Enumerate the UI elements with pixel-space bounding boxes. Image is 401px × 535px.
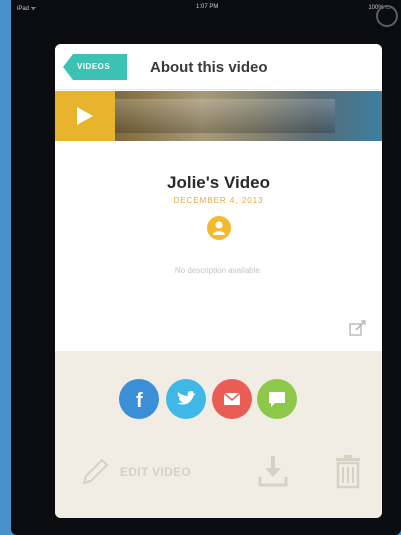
video-date: DECEMBER 4, 2013 — [173, 196, 264, 205]
page-title: About this video — [150, 59, 268, 76]
video-title: Jolie's Video — [167, 173, 270, 192]
screen-rotation-icon[interactable] — [376, 5, 398, 27]
svg-text:f: f — [136, 390, 143, 412]
edit-details-button[interactable] — [349, 319, 367, 337]
status-time: 1:07 PM — [196, 4, 219, 10]
video-thumbnail[interactable] — [55, 91, 382, 141]
carrier-label: iPad ᯤ — [17, 6, 37, 12]
author-avatar[interactable] — [207, 216, 231, 240]
trash-icon — [336, 455, 360, 489]
twitter-icon — [177, 391, 196, 405]
about-video-modal: VIDEOS About this video Jolie's Video DE… — [55, 44, 382, 518]
twitter-share-button[interactable] — [166, 379, 206, 419]
user-icon — [213, 221, 225, 235]
edit-video-label: EDIT VIDEO — [120, 465, 192, 479]
facebook-share-button[interactable]: f — [119, 379, 159, 419]
actions-panel: f EDIT VIDEO — [55, 351, 382, 518]
delete-button[interactable] — [333, 453, 363, 489]
pencil-icon — [82, 458, 109, 485]
back-button-label: VIDEOS — [77, 62, 111, 71]
download-button[interactable] — [255, 453, 291, 489]
status-bar: iPad ᯤ 1:07 PM 100% ▭ — [11, 0, 401, 16]
tablet-frame: iPad ᯤ 1:07 PM 100% ▭ VIDEOS About this … — [11, 0, 401, 535]
facebook-icon: f — [136, 390, 143, 412]
nav-bar: VIDEOS About this video — [55, 44, 382, 90]
edit-video-button[interactable]: EDIT VIDEO — [80, 451, 210, 491]
edit-link-icon — [349, 320, 366, 336]
video-description: No description available. — [174, 266, 263, 275]
video-info: Jolie's Video DECEMBER 4, 2013 No descri… — [55, 141, 382, 351]
message-icon — [269, 392, 285, 407]
email-share-button[interactable] — [212, 379, 252, 419]
thumbnail-frame — [115, 99, 335, 133]
videos-back-button[interactable]: VIDEOS — [63, 54, 127, 80]
download-icon — [258, 456, 288, 487]
play-icon — [77, 107, 93, 125]
play-button[interactable] — [55, 91, 115, 141]
email-icon — [223, 392, 241, 405]
message-share-button[interactable] — [257, 379, 297, 419]
